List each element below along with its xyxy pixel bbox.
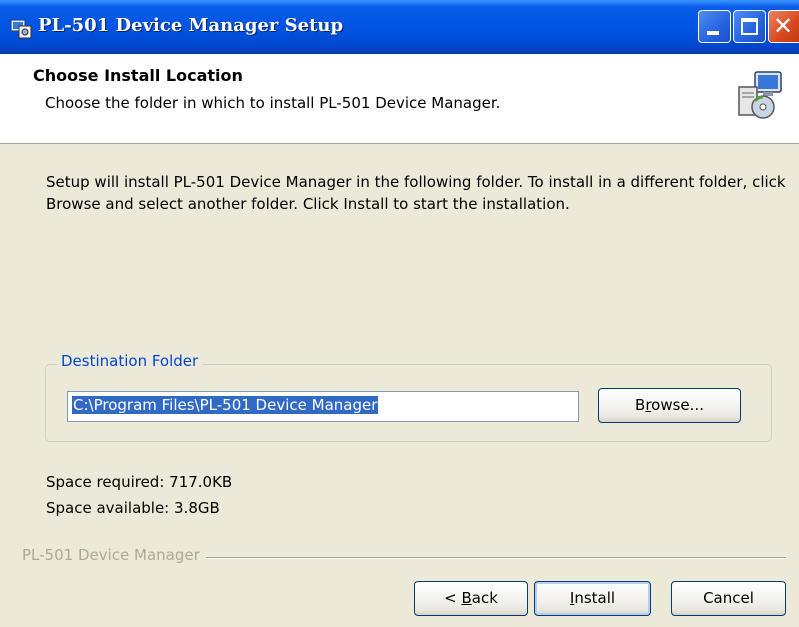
installer-icon[interactable] bbox=[10, 17, 32, 39]
close-button[interactable]: ✕ bbox=[768, 10, 799, 43]
instructions-text: Setup will install PL-501 Device Manager… bbox=[46, 173, 786, 213]
page-subtitle: Choose the folder in which to install PL… bbox=[45, 94, 501, 112]
maximize-button[interactable] bbox=[733, 10, 766, 43]
back-label-accel: B bbox=[461, 589, 472, 607]
title-bar[interactable]: PL-501 Device Manager Setup ✕ bbox=[0, 0, 799, 54]
browse-label-prefix: B bbox=[635, 396, 646, 414]
back-label-prefix: < bbox=[444, 589, 462, 607]
back-label-suffix: ack bbox=[471, 589, 498, 607]
minimize-button[interactable] bbox=[698, 10, 731, 43]
browse-button[interactable]: Browse... bbox=[598, 388, 741, 423]
computer-cd-icon bbox=[738, 71, 782, 119]
install-button[interactable]: Install bbox=[534, 581, 651, 616]
destination-path-input[interactable]: C:\Program Files\PL-501 Device Manager bbox=[67, 391, 579, 422]
back-button[interactable]: < Back bbox=[414, 581, 528, 616]
cancel-button[interactable]: Cancel bbox=[671, 581, 786, 616]
page-title: Choose Install Location bbox=[33, 66, 243, 85]
minimize-icon bbox=[707, 31, 719, 35]
cancel-label: Cancel bbox=[703, 589, 754, 607]
footer-brand: PL-501 Device Manager bbox=[22, 546, 206, 564]
install-label-suffix: nstall bbox=[574, 589, 616, 607]
header-panel: Choose Install Location Choose the folde… bbox=[0, 54, 799, 144]
maximize-icon bbox=[741, 18, 758, 35]
window-title: PL-501 Device Manager Setup bbox=[38, 15, 344, 36]
close-icon: ✕ bbox=[773, 12, 794, 40]
space-available: Space available: 3.8GB bbox=[46, 499, 220, 517]
space-required: Space required: 717.0KB bbox=[46, 473, 233, 491]
browse-label-suffix: owse... bbox=[651, 396, 704, 414]
destination-folder-label: Destination Folder bbox=[57, 352, 203, 370]
destination-path-value: C:\Program Files\PL-501 Device Manager bbox=[72, 396, 379, 414]
